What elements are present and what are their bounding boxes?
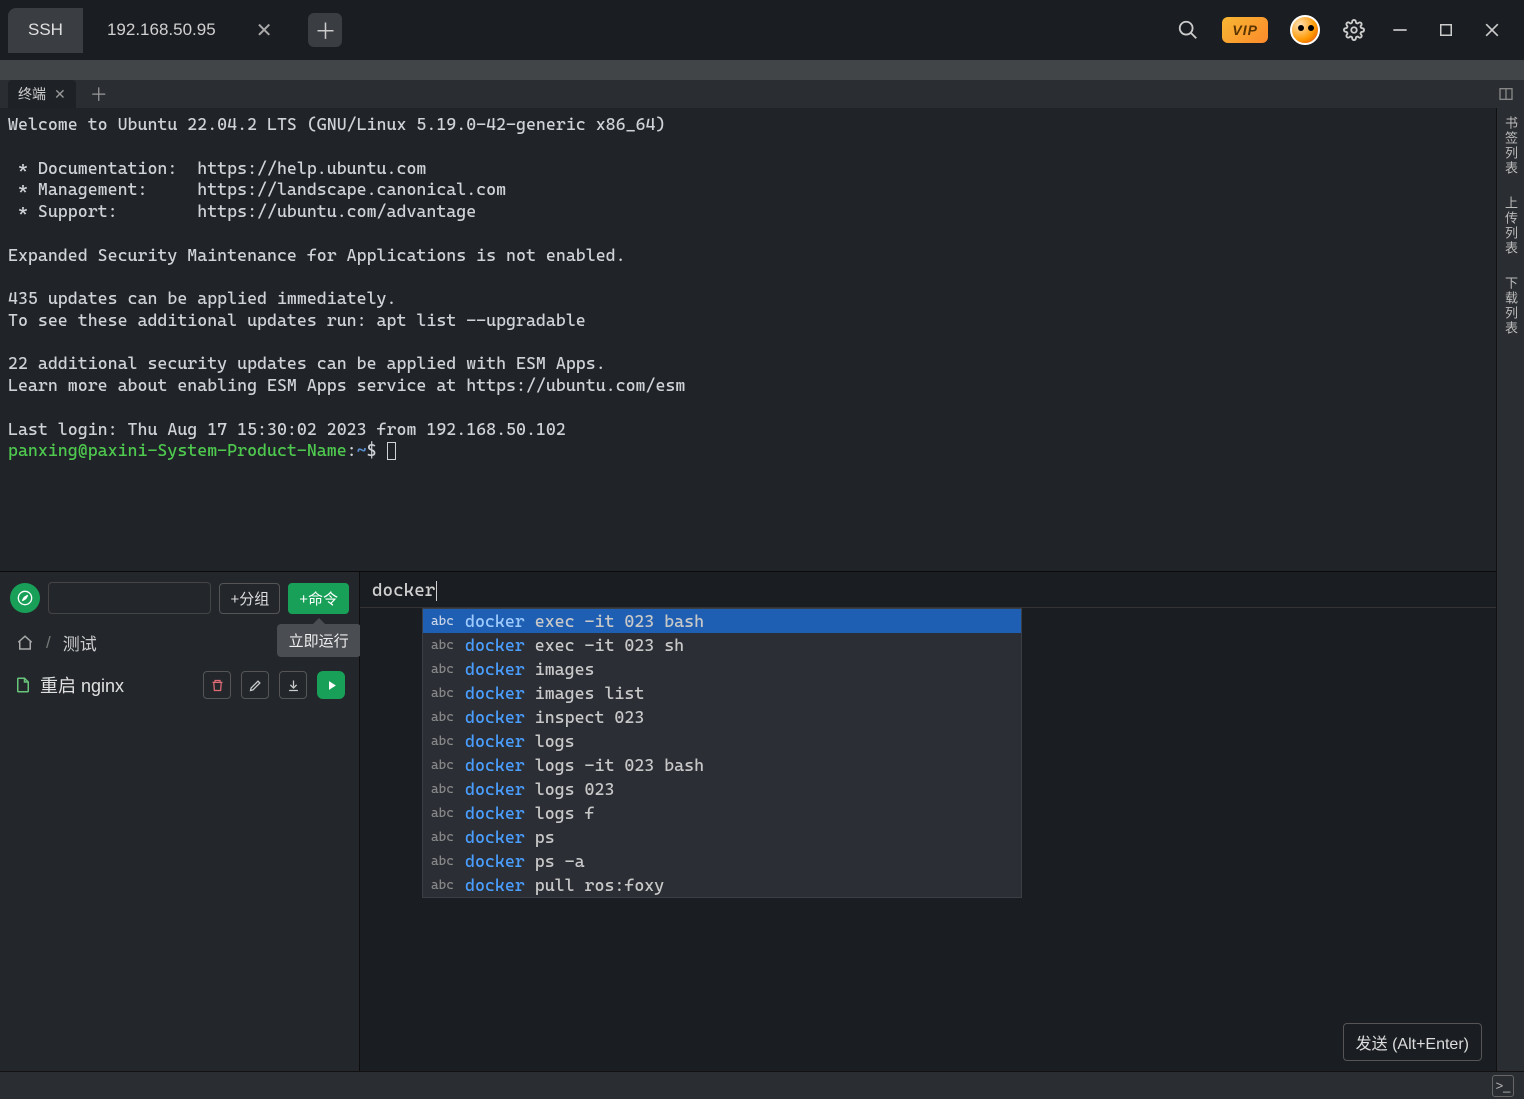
- avatar[interactable]: [1290, 15, 1320, 45]
- command-input[interactable]: docker: [360, 572, 1496, 608]
- add-command-button[interactable]: +命令 立即运行: [288, 583, 349, 614]
- new-tab-button[interactable]: ＋: [308, 13, 342, 47]
- autocomplete-item[interactable]: abcdocker logs -it 023 bash: [423, 753, 1021, 777]
- sidebar-search: [48, 582, 211, 614]
- autocomplete-item[interactable]: abcdocker logs: [423, 729, 1021, 753]
- send-button[interactable]: 发送 (Alt+Enter): [1343, 1023, 1482, 1061]
- command-item-label: 重启 nginx: [40, 672, 124, 698]
- close-icon[interactable]: ✕: [54, 86, 66, 103]
- rail-uploads[interactable]: 上传列表: [1501, 196, 1520, 256]
- autocomplete-item[interactable]: abcdocker exec -it 023 bash: [423, 609, 1021, 633]
- autocomplete-popup: abcdocker exec -it 023 bashabcdocker exe…: [422, 608, 1022, 898]
- command-sidebar: +分组 +命令 立即运行 / 测试: [0, 572, 360, 1071]
- close-icon[interactable]: ✕: [256, 18, 273, 43]
- gear-icon[interactable]: [1342, 18, 1366, 42]
- sidebar-search-input[interactable]: [49, 583, 211, 613]
- autocomplete-item[interactable]: abcdocker ps -a: [423, 849, 1021, 873]
- add-command-label: +命令: [299, 591, 338, 608]
- autocomplete-item[interactable]: abcdocker logs 023: [423, 777, 1021, 801]
- close-window-icon[interactable]: [1480, 18, 1504, 42]
- compass-icon[interactable]: [10, 583, 40, 613]
- rail-bookmarks[interactable]: 书签列表: [1501, 116, 1520, 176]
- host-tab[interactable]: 192.168.50.95 ✕: [89, 8, 290, 53]
- tooltip: 立即运行: [277, 624, 361, 657]
- autocomplete-item[interactable]: abcdocker images: [423, 657, 1021, 681]
- home-icon[interactable]: [16, 634, 34, 652]
- autocomplete-item[interactable]: abcdocker pull ros:foxy: [423, 873, 1021, 897]
- split-icon[interactable]: [1498, 86, 1524, 102]
- autocomplete-item[interactable]: abcdocker images list: [423, 681, 1021, 705]
- autocomplete-item[interactable]: abcdocker logs f: [423, 801, 1021, 825]
- ssh-protocol-tab[interactable]: SSH: [8, 8, 83, 53]
- breadcrumb-item[interactable]: 测试: [63, 630, 97, 655]
- add-terminal-tab[interactable]: ＋: [84, 81, 114, 107]
- command-input-area: docker abcdocker exec -it 023 bashabcdoc…: [360, 572, 1496, 1071]
- download-icon[interactable]: [279, 671, 307, 699]
- delete-icon[interactable]: [203, 671, 231, 699]
- command-item[interactable]: 重启 nginx: [0, 661, 359, 709]
- rail-downloads[interactable]: 下载列表: [1501, 276, 1520, 336]
- host-tab-label: 192.168.50.95: [107, 20, 216, 40]
- console-icon[interactable]: >_: [1492, 1075, 1514, 1097]
- terminal-tab[interactable]: 终端 ✕: [8, 80, 76, 108]
- terminal-tab-label: 终端: [18, 84, 46, 104]
- play-icon[interactable]: [317, 671, 345, 699]
- add-group-button[interactable]: +分组: [219, 583, 280, 614]
- minimize-icon[interactable]: [1388, 18, 1412, 42]
- status-bar: >_: [0, 1071, 1524, 1099]
- autocomplete-item[interactable]: abcdocker ps: [423, 825, 1021, 849]
- terminal-output[interactable]: Welcome to Ubuntu 22.04.2 LTS (GNU/Linux…: [0, 108, 1496, 571]
- autocomplete-item[interactable]: abcdocker exec -it 023 sh: [423, 633, 1021, 657]
- edit-icon[interactable]: [241, 671, 269, 699]
- autocomplete-item[interactable]: abcdocker inspect 023: [423, 705, 1021, 729]
- command-input-value: docker: [372, 580, 435, 601]
- title-bar: SSH 192.168.50.95 ✕ ＋ VIP: [0, 0, 1524, 60]
- breadcrumb-sep: /: [46, 633, 51, 653]
- file-icon: [14, 676, 32, 694]
- maximize-icon[interactable]: [1434, 18, 1458, 42]
- vip-badge[interactable]: VIP: [1222, 17, 1268, 43]
- terminal-tab-row: 终端 ✕ ＋: [0, 80, 1524, 108]
- right-rail: 书签列表 上传列表 下载列表: [1496, 108, 1524, 1071]
- search-icon[interactable]: [1176, 18, 1200, 42]
